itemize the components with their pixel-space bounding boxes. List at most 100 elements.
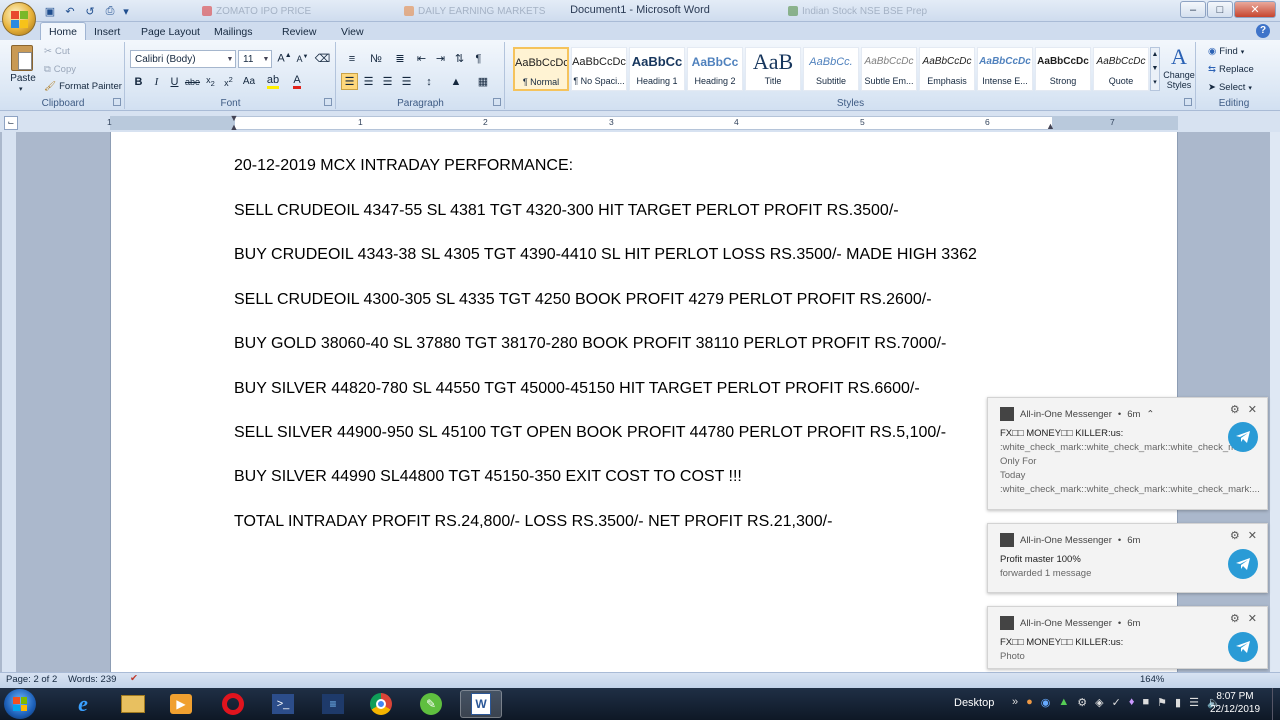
shrink-font-button[interactable]: A▼ bbox=[294, 50, 311, 67]
sort-button[interactable]: ⇅ bbox=[451, 50, 468, 67]
collapse-icon[interactable]: ⌃ bbox=[1146, 409, 1154, 420]
bullets-button[interactable]: ≡ bbox=[341, 50, 363, 67]
word-count[interactable]: Words: 239 bbox=[68, 674, 116, 685]
grow-font-button[interactable]: A▲ bbox=[276, 50, 293, 67]
document-line[interactable]: SELL SILVER 44900-950 SL 45100 TGT OPEN … bbox=[234, 424, 946, 442]
close-icon[interactable]: ✕ bbox=[1234, 1, 1276, 18]
style-subtitle[interactable]: AaBbCc. Subtitle bbox=[803, 47, 859, 91]
format-painter-button[interactable]: 🖌 Format Painter bbox=[44, 81, 122, 92]
network-icon[interactable]: ☰ bbox=[1189, 696, 1199, 709]
tray-app-icon[interactable]: ◉ bbox=[1041, 696, 1051, 709]
indent-marker-icon[interactable]: ▼ ▲ bbox=[229, 114, 239, 132]
gear-icon[interactable]: ⚙ bbox=[1230, 612, 1240, 625]
print-icon[interactable]: ⎙ bbox=[102, 3, 118, 19]
style-no-spacing[interactable]: AaBbCcDc ¶ No Spaci... bbox=[571, 47, 627, 91]
right-indent-marker-icon[interactable]: ▲ bbox=[1046, 121, 1055, 131]
dialog-launcher-icon[interactable] bbox=[113, 98, 121, 106]
style-heading-2[interactable]: AaBbCc Heading 2 bbox=[687, 47, 743, 91]
styles-scroll[interactable]: ▲ ▼ ▾ bbox=[1150, 47, 1160, 91]
style-emphasis[interactable]: AaBbCcDc Emphasis bbox=[919, 47, 975, 91]
notification-toast[interactable]: All-in-One Messenger • 6m ⚙ ✕ Profit master… bbox=[987, 523, 1268, 593]
tray-app-icon[interactable]: ⚙ bbox=[1077, 696, 1087, 709]
minimize-icon[interactable]: – bbox=[1180, 1, 1206, 18]
document-line[interactable]: TOTAL INTRADAY PROFIT RS.24,800/- LOSS R… bbox=[234, 513, 832, 531]
clear-formatting-button[interactable]: ⌫ bbox=[314, 50, 331, 67]
tray-app-icon[interactable]: ✓ bbox=[1112, 696, 1121, 709]
document-line[interactable]: BUY CRUDEOIL 4343-38 SL 4305 TGT 4390-44… bbox=[234, 246, 977, 264]
dialog-launcher-icon[interactable] bbox=[1184, 98, 1192, 106]
telegram-icon[interactable] bbox=[1228, 422, 1258, 452]
change-case-button[interactable]: Aa bbox=[238, 73, 260, 90]
document-line[interactable]: 20-12-2019 MCX INTRADAY PERFORMANCE: bbox=[234, 157, 573, 175]
opera-icon[interactable] bbox=[212, 690, 254, 718]
style-intense-emphasis[interactable]: AaBbCcDc Intense E... bbox=[977, 47, 1033, 91]
vertical-scrollbar[interactable] bbox=[1270, 132, 1280, 672]
vertical-ruler[interactable] bbox=[2, 132, 16, 672]
tab-page-layout[interactable]: Page Layout bbox=[133, 22, 208, 41]
font-color-button[interactable]: A bbox=[286, 73, 308, 90]
redo-icon[interactable]: ↺ bbox=[82, 3, 98, 19]
document-line[interactable]: SELL CRUDEOIL 4347-55 SL 4381 TGT 4320-3… bbox=[234, 202, 899, 220]
page-count[interactable]: Page: 2 of 2 bbox=[6, 674, 57, 685]
style-title[interactable]: AaB Title bbox=[745, 47, 801, 91]
tray-expand-icon[interactable]: » bbox=[1012, 696, 1018, 709]
increase-indent-button[interactable]: ⇥ bbox=[432, 50, 449, 67]
tray-app-icon[interactable]: ■ bbox=[1142, 696, 1149, 709]
borders-button[interactable]: ▦ bbox=[471, 73, 495, 90]
find-button[interactable]: ◉ Find ▾ bbox=[1208, 46, 1244, 57]
align-center-button[interactable]: ☰ bbox=[360, 73, 377, 90]
strikethrough-button[interactable]: abe bbox=[184, 73, 201, 90]
align-left-button[interactable]: ☰ bbox=[341, 73, 358, 90]
maximize-icon[interactable]: □ bbox=[1207, 1, 1233, 18]
document-line[interactable]: BUY SILVER 44990 SL44800 TGT 45150-350 E… bbox=[234, 468, 742, 486]
customize-qat-icon[interactable]: ▾ bbox=[122, 3, 130, 19]
desktop-toolbar[interactable]: Desktop bbox=[954, 697, 994, 709]
notification-toast[interactable]: All-in-One Messenger • 6m ⌃ ⚙ ✕ FX□□ MONEY□□… bbox=[987, 397, 1268, 510]
tab-insert[interactable]: Insert bbox=[86, 22, 128, 41]
underline-button[interactable]: U bbox=[166, 73, 183, 90]
zoom-level[interactable]: 164% bbox=[1140, 674, 1164, 685]
flag-icon[interactable]: ⚑ bbox=[1157, 696, 1167, 709]
telegram-icon[interactable] bbox=[1228, 632, 1258, 662]
align-right-button[interactable]: ☰ bbox=[379, 73, 396, 90]
subscript-button[interactable]: x2 bbox=[202, 73, 219, 90]
change-styles-button[interactable]: A Change Styles bbox=[1162, 44, 1196, 96]
telegram-icon[interactable] bbox=[1228, 549, 1258, 579]
battery-icon[interactable]: ▮ bbox=[1175, 696, 1181, 709]
tray-app-icon[interactable]: ◈ bbox=[1095, 696, 1103, 709]
tray-app-icon[interactable]: ▲ bbox=[1058, 696, 1069, 709]
show-formatting-button[interactable]: ¶ bbox=[470, 50, 487, 67]
document-line[interactable]: SELL CRUDEOIL 4300-305 SL 4335 TGT 4250 … bbox=[234, 291, 932, 309]
multilevel-list-button[interactable]: ≣ bbox=[389, 50, 411, 67]
visual-studio-icon[interactable]: ≡ bbox=[312, 690, 354, 718]
tab-view[interactable] bbox=[384, 22, 400, 41]
gear-icon[interactable]: ⚙ bbox=[1230, 529, 1240, 542]
replace-button[interactable]: ⇆ Replace bbox=[1208, 64, 1254, 75]
start-button[interactable] bbox=[4, 689, 36, 719]
internet-explorer-icon[interactable]: e bbox=[62, 690, 104, 718]
dialog-launcher-icon[interactable] bbox=[324, 98, 332, 106]
close-icon[interactable]: ✕ bbox=[1248, 612, 1257, 625]
paste-button[interactable]: Paste ▾ bbox=[8, 45, 38, 95]
system-clock[interactable]: 8:07 PM 22/12/2019 bbox=[1200, 690, 1270, 716]
justify-button[interactable]: ☰ bbox=[398, 73, 415, 90]
dialog-launcher-icon[interactable] bbox=[493, 98, 501, 106]
powershell-icon[interactable]: >_ bbox=[262, 690, 304, 718]
word-taskbar-icon[interactable]: W bbox=[460, 690, 502, 718]
tray-app-icon[interactable]: ♦ bbox=[1129, 696, 1135, 709]
bold-button[interactable]: B bbox=[130, 73, 147, 90]
horizontal-ruler[interactable] bbox=[110, 116, 1178, 130]
decrease-indent-button[interactable]: ⇤ bbox=[413, 50, 430, 67]
document-line[interactable]: BUY GOLD 38060-40 SL 37880 TGT 38170-280… bbox=[234, 335, 946, 353]
tab-mailings[interactable]: Review bbox=[274, 22, 324, 41]
tab-review[interactable]: View bbox=[333, 22, 372, 41]
show-desktop-button[interactable] bbox=[1272, 688, 1280, 720]
tab-home[interactable]: Home bbox=[40, 22, 87, 41]
messenger-app-icon[interactable]: ✎ bbox=[410, 690, 452, 718]
style-strong[interactable]: AaBbCcDc Strong bbox=[1035, 47, 1091, 91]
tab-references[interactable]: Mailings bbox=[206, 22, 261, 41]
style-heading-1[interactable]: AaBbCc Heading 1 bbox=[629, 47, 685, 91]
document-line[interactable]: BUY SILVER 44820-780 SL 44550 TGT 45000-… bbox=[234, 380, 920, 398]
superscript-button[interactable]: x2 bbox=[220, 73, 237, 90]
font-family-select[interactable]: Calibri (Body) ▼ bbox=[130, 50, 236, 68]
